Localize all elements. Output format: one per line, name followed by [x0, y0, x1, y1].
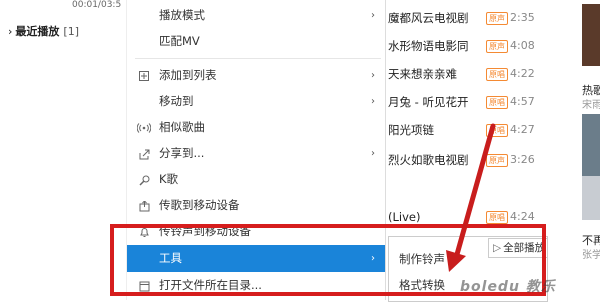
recommend-artist: 张学 [582, 250, 600, 261]
song-badge: 原唱 [486, 211, 508, 224]
chevron-right-icon: › [371, 253, 375, 264]
song-badge: 原声 [486, 40, 508, 53]
bell-icon [137, 218, 151, 245]
song-duration: 2:35 [510, 11, 535, 24]
menu-item-match-mv[interactable]: 匹配MV [127, 28, 385, 55]
menu-item-open-folder[interactable]: 打开文件所在目录... [127, 272, 385, 299]
song-row[interactable]: 水形物语电影同 原声 4:08 [370, 36, 546, 56]
submenu-item-format-convert[interactable]: 格式转换 [399, 277, 445, 293]
menu-item-label: 相似歌曲 [159, 120, 205, 134]
chevron-right-icon: › [8, 25, 13, 38]
song-row[interactable]: (Live) 原唱 4:24 [370, 207, 546, 227]
song-row[interactable]: 天来想亲亲难 原唱 4:22 [370, 64, 546, 84]
song-title: 天来想亲亲难 [388, 67, 457, 81]
phone-upload-icon [137, 192, 151, 219]
menu-item-label: 播放模式 [159, 8, 205, 22]
play-icon: ▷ [493, 242, 502, 254]
menu-item-label: 工具 [159, 251, 182, 265]
share-icon [137, 140, 151, 167]
song-duration: 4:24 [510, 210, 535, 223]
menu-item-label: 传铃声到移动设备 [159, 224, 251, 238]
play-all-button[interactable]: ▷ 全部播放 [488, 238, 548, 258]
song-title: 烈火如歌电视剧 [388, 153, 469, 167]
recent-played-count: [1] [63, 25, 79, 38]
microphone-icon [137, 166, 151, 193]
playback-time: 00:01/03:5 [72, 0, 122, 10]
menu-item-label: 打开文件所在目录... [159, 278, 262, 292]
menu-item-add-to-list[interactable]: 添加到列表 › [127, 62, 385, 89]
album-cover[interactable] [582, 4, 600, 66]
menu-item-label: 移动到 [159, 94, 194, 108]
menu-item-move-to[interactable]: 移动到 › [127, 88, 385, 115]
recent-played-label: 最近播放 [15, 25, 60, 38]
menu-item-label: K歌 [159, 172, 179, 186]
song-title: 阳光项链 [388, 123, 434, 137]
song-badge: 原声 [486, 154, 508, 167]
song-row[interactable]: 魔都风云电视剧 原声 2:35 [370, 8, 546, 28]
menu-separator [135, 58, 381, 59]
play-all-label: 全部播放 [503, 242, 546, 254]
menu-item-label: 分享到... [159, 146, 205, 160]
recommend-strip: 热歌 宋雨 不再 张学 [548, 0, 600, 300]
song-title: 水形物语电影同 [388, 39, 469, 53]
watermark: boledu 教乐 [460, 279, 556, 295]
radio-waves-icon [136, 114, 152, 141]
menu-item-karaoke[interactable]: K歌 [127, 166, 385, 193]
song-badge: 原唱 [486, 124, 508, 137]
song-duration: 4:22 [510, 67, 535, 80]
song-row[interactable]: 月兔 - 听见花开 原唱 4:57 [370, 92, 546, 112]
context-menu: 播放模式 › 匹配MV 添加到列表 › 移动到 › 相似歌曲 分享到... › … [126, 0, 386, 300]
folder-icon [137, 272, 151, 299]
left-panel: 00:01/03:5 › 最近播放 [1] [0, 0, 126, 300]
song-badge: 原声 [486, 12, 508, 25]
menu-item-tools[interactable]: 工具 › [127, 245, 385, 272]
submenu-item-make-ringtone[interactable]: 制作铃声 [399, 251, 445, 267]
plus-box-icon [137, 62, 151, 89]
song-badge: 原唱 [486, 96, 508, 109]
song-title: 月兔 - 听见花开 [388, 95, 469, 109]
song-duration: 4:08 [510, 39, 535, 52]
chevron-right-icon: › [371, 10, 375, 21]
song-duration: 3:26 [510, 153, 535, 166]
menu-item-share[interactable]: 分享到... › [127, 140, 385, 167]
menu-item-play-mode[interactable]: 播放模式 › [127, 2, 385, 29]
menu-item-transfer-ringtone[interactable]: 传铃声到移动设备 [127, 218, 385, 245]
song-title: 魔都风云电视剧 [388, 11, 469, 25]
menu-item-similar-songs[interactable]: 相似歌曲 [127, 114, 385, 141]
menu-item-label: 添加到列表 [159, 68, 217, 82]
album-cover[interactable] [582, 176, 600, 220]
chevron-right-icon: › [371, 96, 375, 107]
song-duration: 4:27 [510, 123, 535, 136]
recent-played-item[interactable]: › 最近播放 [1] [8, 23, 79, 39]
chevron-right-icon: › [371, 70, 375, 81]
song-row[interactable]: 烈火如歌电视剧 原声 3:26 [370, 150, 546, 170]
recommend-artist: 宋雨 [582, 100, 600, 111]
chevron-right-icon: › [371, 148, 375, 159]
song-row[interactable]: 阳光项链 原唱 4:27 [370, 120, 546, 140]
menu-item-label: 匹配MV [159, 34, 200, 48]
menu-item-label: 传歌到移动设备 [159, 198, 240, 212]
song-duration: 4:57 [510, 95, 535, 108]
song-title: (Live) [388, 210, 421, 224]
song-badge: 原唱 [486, 68, 508, 81]
album-cover[interactable] [582, 114, 600, 176]
menu-item-transfer-song[interactable]: 传歌到移动设备 [127, 192, 385, 219]
